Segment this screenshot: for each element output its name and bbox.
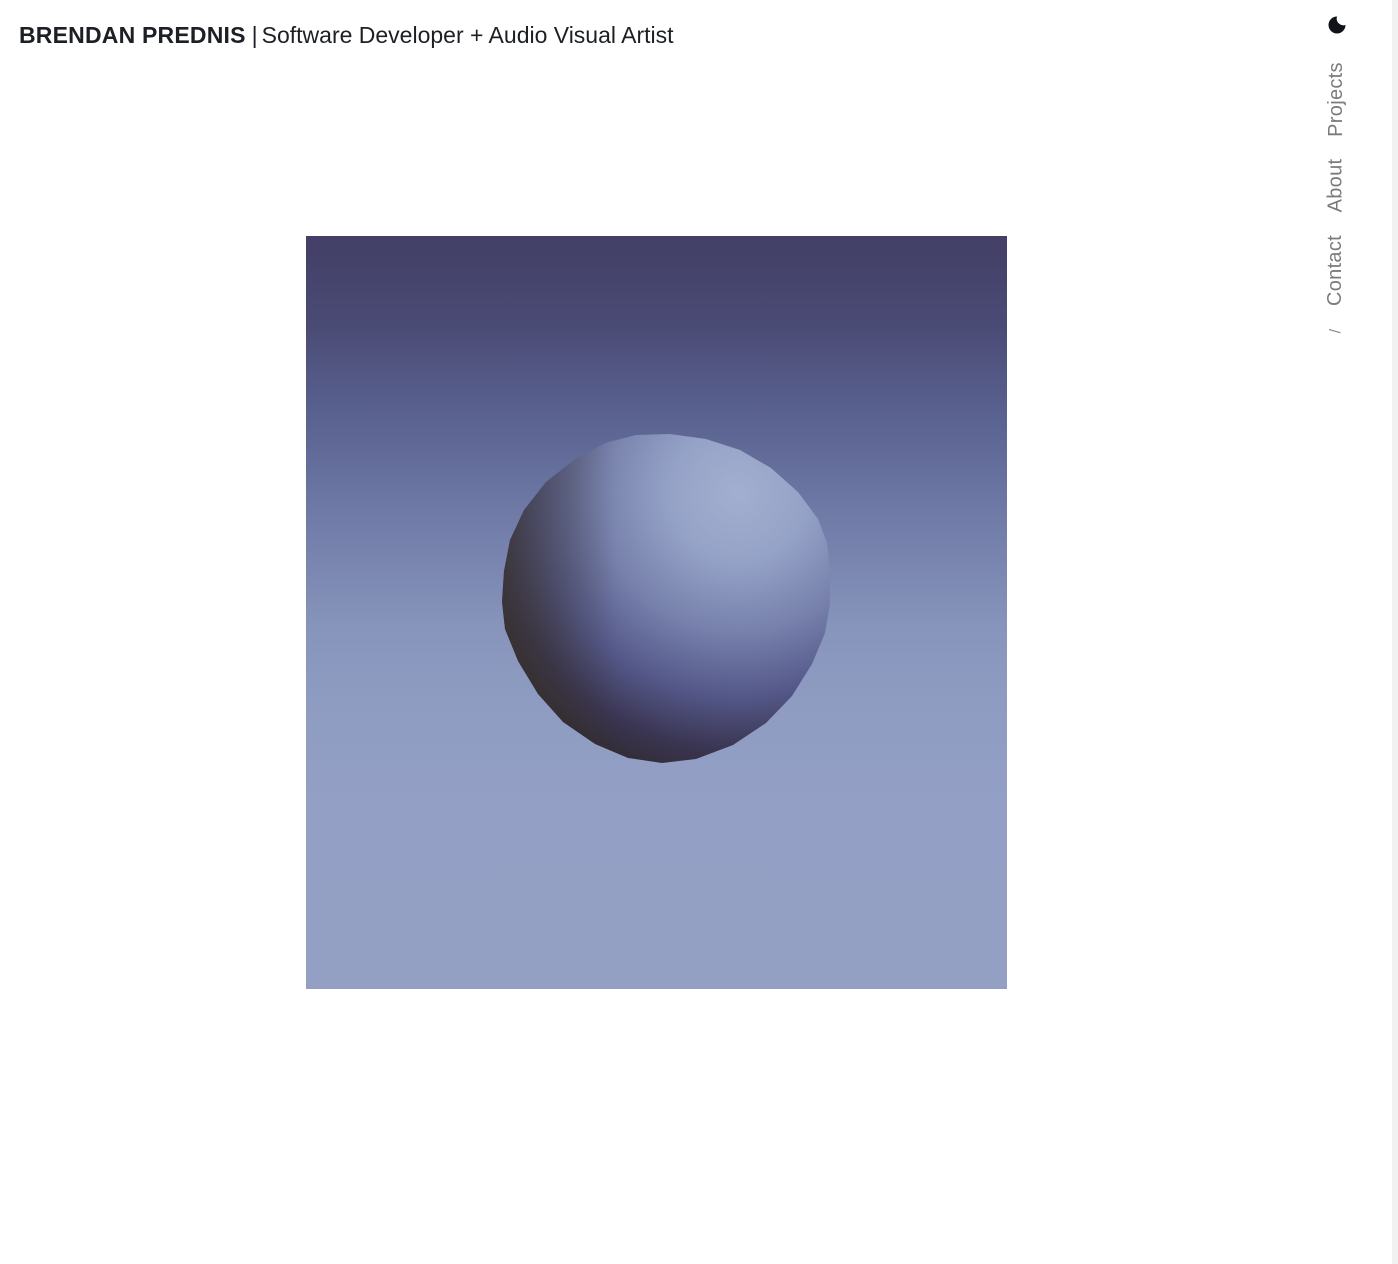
nav-contact-link[interactable]: Contact <box>1316 234 1356 306</box>
side-nav: Projects About Contact / <box>1316 0 1356 360</box>
site-header: BRENDAN PREDNIS | Software Developer + Aud… <box>19 20 674 50</box>
sphere-scene <box>502 434 830 763</box>
nav-about-link[interactable]: About <box>1316 158 1356 212</box>
nav-trailing-slash: / <box>1316 320 1356 342</box>
sphere-rim-shade <box>502 434 830 763</box>
page: BRENDAN PREDNIS | Software Developer + Aud… <box>0 0 1398 1264</box>
nav-slash-text: / <box>1327 328 1344 334</box>
webgl-canvas[interactable] <box>306 236 1007 989</box>
moon-icon <box>1328 16 1346 34</box>
site-name[interactable]: BRENDAN PREDNIS <box>19 22 246 48</box>
nav-contact-label: Contact <box>1324 234 1347 306</box>
theme-toggle-button[interactable] <box>1326 14 1348 36</box>
nav-about-label: About <box>1324 158 1347 212</box>
scrollbar[interactable] <box>1392 0 1398 1264</box>
site-tagline: Software Developer + Audio Visual Artist <box>261 22 674 48</box>
nav-projects-label: Projects <box>1324 61 1347 137</box>
header-separator: | <box>251 22 258 48</box>
nav-projects-link[interactable]: Projects <box>1316 61 1356 137</box>
